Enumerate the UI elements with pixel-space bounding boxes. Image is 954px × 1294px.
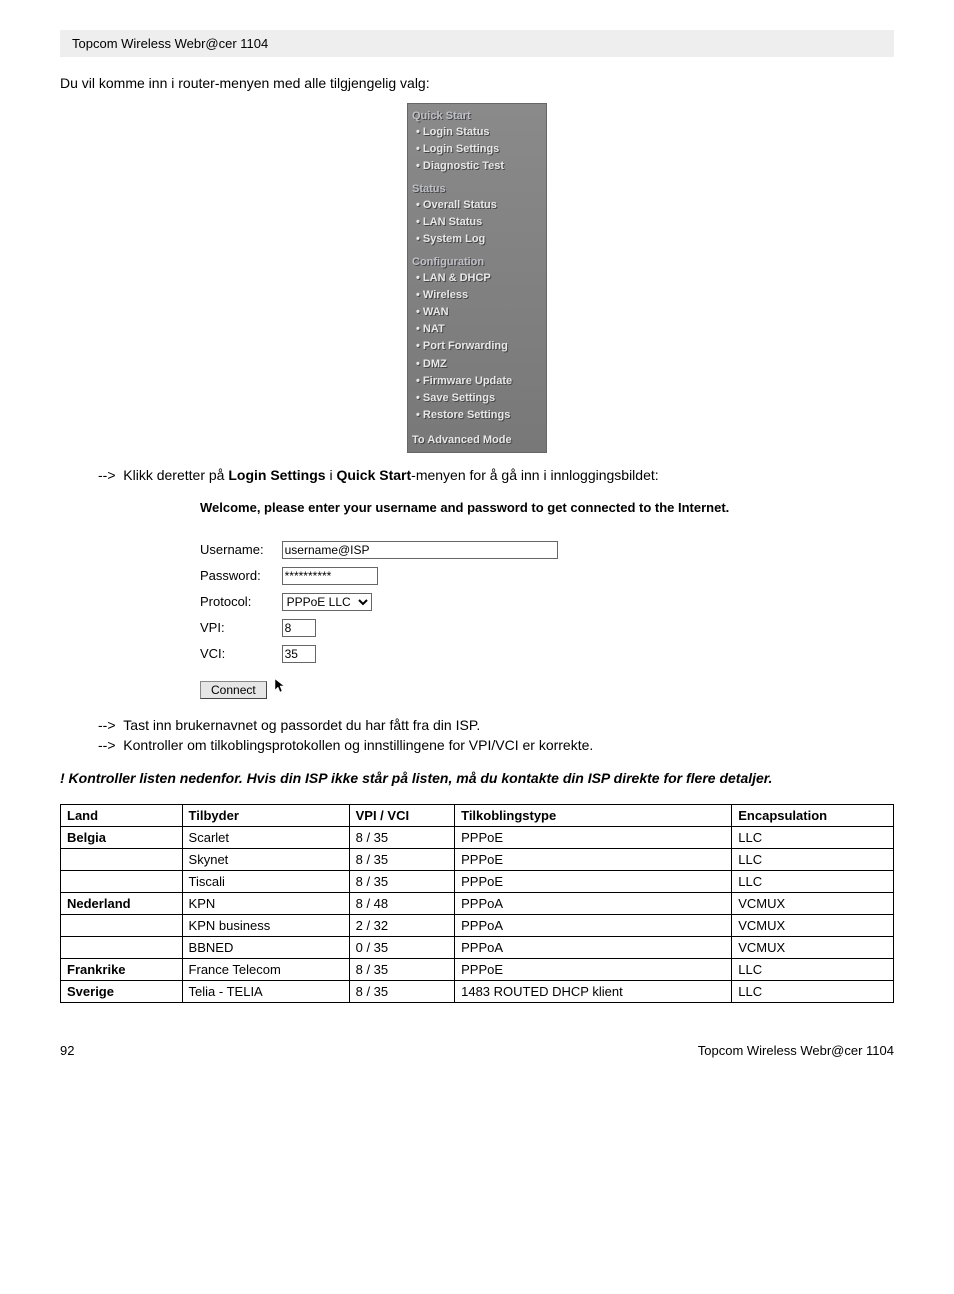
intro-text: Du vil komme inn i router-menyen med all… bbox=[60, 75, 894, 91]
instruction-step-1: --> Klikk deretter på Login Settings i Q… bbox=[98, 467, 894, 483]
col-land: Land bbox=[61, 805, 183, 827]
table-row: KPN business2 / 32PPPoAVCMUX bbox=[61, 915, 894, 937]
col-encapsulation: Encapsulation bbox=[732, 805, 894, 827]
instruction-step-2a: --> Tast inn brukernavnet og passordet d… bbox=[98, 717, 894, 733]
menu-item: Restore Settings bbox=[412, 407, 542, 424]
isp-table: Land Tilbyder VPI / VCI Tilkoblingstype … bbox=[60, 804, 894, 1003]
vpi-field[interactable] bbox=[282, 619, 316, 637]
arrow-icon: --> bbox=[98, 467, 116, 483]
table-header-row: Land Tilbyder VPI / VCI Tilkoblingstype … bbox=[61, 805, 894, 827]
username-label: Username: bbox=[200, 542, 278, 557]
vpi-label: VPI: bbox=[200, 620, 278, 635]
page-header: Topcom Wireless Webr@cer 1104 bbox=[60, 30, 894, 57]
table-row: Skynet8 / 35PPPoELLC bbox=[61, 849, 894, 871]
menu-item: Port Forwarding bbox=[412, 338, 542, 355]
col-tilbyder: Tilbyder bbox=[182, 805, 349, 827]
menu-item: Diagnostic Test bbox=[412, 158, 542, 175]
col-tilkoblingstype: Tilkoblingstype bbox=[455, 805, 732, 827]
menu-item: WAN bbox=[412, 304, 542, 321]
menu-item: LAN & DHCP bbox=[412, 270, 542, 287]
table-row: BelgiaScarlet8 / 35PPPoELLC bbox=[61, 827, 894, 849]
page-number: 92 bbox=[60, 1043, 74, 1058]
table-row: FrankrikeFrance Telecom8 / 35PPPoELLC bbox=[61, 959, 894, 981]
menu-item: NAT bbox=[412, 321, 542, 338]
table-row: SverigeTelia - TELIA8 / 351483 ROUTED DH… bbox=[61, 981, 894, 1003]
protocol-label: Protocol: bbox=[200, 594, 278, 609]
menu-item: Overall Status bbox=[412, 197, 542, 214]
notice-text: ! Kontroller listen nedenfor. Hvis din I… bbox=[60, 769, 894, 789]
login-form-screenshot: Welcome, please enter your username and … bbox=[200, 499, 770, 699]
page-footer: 92 Topcom Wireless Webr@cer 1104 bbox=[60, 1043, 894, 1058]
vci-field[interactable] bbox=[282, 645, 316, 663]
username-field[interactable] bbox=[282, 541, 558, 559]
menu-item: LAN Status bbox=[412, 214, 542, 231]
menu-group-status: Status bbox=[412, 183, 542, 195]
menu-advanced-mode: To Advanced Mode bbox=[412, 434, 542, 446]
menu-item: System Log bbox=[412, 231, 542, 248]
connect-button[interactable]: Connect bbox=[200, 681, 267, 699]
menu-group-configuration: Configuration bbox=[412, 256, 542, 268]
cursor-icon bbox=[274, 678, 286, 697]
protocol-select[interactable]: PPPoE LLC bbox=[282, 593, 372, 611]
footer-title: Topcom Wireless Webr@cer 1104 bbox=[698, 1043, 894, 1058]
router-menu-screenshot: Quick Start Login Status Login Settings … bbox=[407, 103, 547, 453]
password-field[interactable] bbox=[282, 567, 378, 585]
menu-item: Wireless bbox=[412, 287, 542, 304]
menu-group-quickstart: Quick Start bbox=[412, 110, 542, 122]
col-vpivci: VPI / VCI bbox=[349, 805, 455, 827]
arrow-icon: --> bbox=[98, 717, 116, 733]
table-row: NederlandKPN8 / 48PPPoAVCMUX bbox=[61, 893, 894, 915]
table-row: Tiscali8 / 35PPPoELLC bbox=[61, 871, 894, 893]
vci-label: VCI: bbox=[200, 646, 278, 661]
password-label: Password: bbox=[200, 568, 278, 583]
menu-item: Save Settings bbox=[412, 390, 542, 407]
table-row: BBNED0 / 35PPPoAVCMUX bbox=[61, 937, 894, 959]
instruction-step-2b: --> Kontroller om tilkoblingsprotokollen… bbox=[98, 737, 894, 753]
menu-item: Login Status bbox=[412, 124, 542, 141]
login-welcome-text: Welcome, please enter your username and … bbox=[200, 499, 770, 517]
menu-item: Login Settings bbox=[412, 141, 542, 158]
arrow-icon: --> bbox=[98, 737, 116, 753]
menu-item: Firmware Update bbox=[412, 373, 542, 390]
menu-item: DMZ bbox=[412, 356, 542, 373]
